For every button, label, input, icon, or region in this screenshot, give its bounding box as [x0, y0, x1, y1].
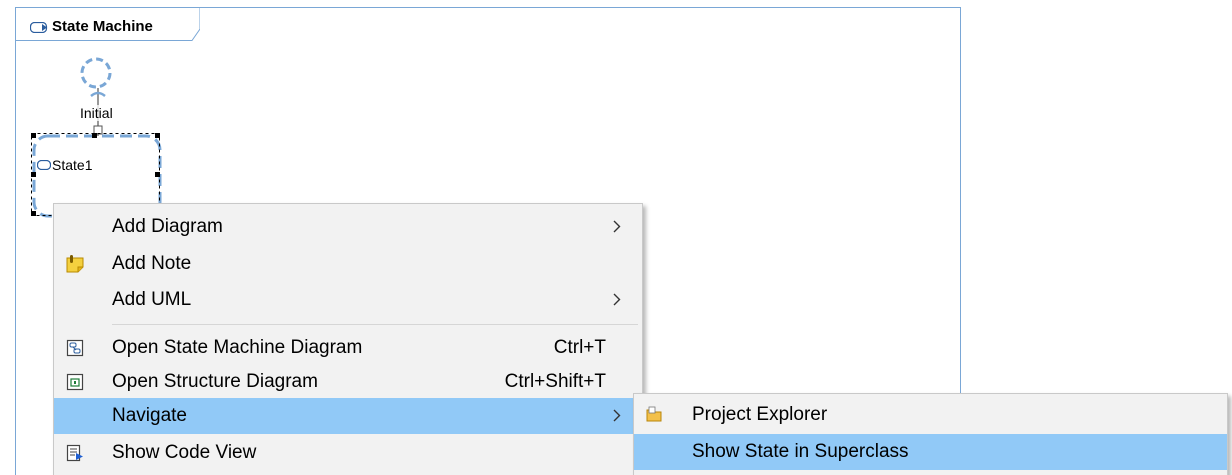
initial-label: Initial [80, 105, 113, 121]
menu-separator [112, 324, 638, 325]
menu-item-label: Show State in Superclass [692, 441, 909, 462]
navigate-submenu: Project Explorer Show State in Superclas… [633, 393, 1228, 475]
frame-header: State Machine [15, 7, 200, 41]
menu-item-shortcut: Ctrl+Shift+T [504, 371, 606, 392]
menu-item-navigate[interactable]: Navigate [54, 398, 642, 434]
menu-item-open-state-machine-diagram[interactable]: Open State Machine Diagram Ctrl+T [54, 330, 642, 366]
state-machine-diagram-icon [66, 339, 84, 357]
initial-node[interactable] [79, 56, 113, 90]
menu-item-label: Add Note [112, 253, 192, 274]
state-icon [37, 160, 51, 170]
menu-item-show-code-view[interactable]: Show Code View [54, 435, 642, 471]
frame-title: State Machine [52, 18, 153, 35]
submenu-item-project-explorer[interactable]: Project Explorer [634, 397, 1227, 433]
menu-item-label: Open State Machine Diagram [112, 337, 363, 358]
menu-item-add-uml[interactable]: Add UML [54, 282, 642, 318]
project-explorer-icon [646, 406, 662, 422]
menu-item-label: Show Code View [112, 442, 257, 463]
note-icon [66, 255, 84, 273]
menu-item-add-note[interactable]: Add Note [54, 246, 642, 282]
diagram-editor: State Machine Initial State1 Add Diagram [0, 0, 1232, 475]
state-machine-icon [30, 22, 48, 33]
state-label: State1 [52, 157, 93, 173]
structure-diagram-icon [66, 373, 84, 391]
menu-item-label: Add UML [112, 289, 192, 310]
chevron-right-icon [613, 293, 621, 306]
menu-item-label: Navigate [112, 405, 187, 426]
menu-item-open-structure-diagram[interactable]: Open Structure Diagram Ctrl+Shift+T [54, 364, 642, 400]
code-view-icon [66, 444, 83, 462]
context-menu: Add Diagram Add Note Add UML Open State … [53, 203, 643, 475]
menu-item-label: Open Structure Diagram [112, 371, 318, 392]
menu-item-add-diagram[interactable]: Add Diagram [54, 209, 642, 245]
menu-item-label: Project Explorer [692, 404, 828, 425]
menu-item-shortcut: Ctrl+T [553, 337, 606, 358]
submenu-item-show-state-in-superclass[interactable]: Show State in Superclass [634, 434, 1227, 470]
chevron-right-icon [613, 220, 621, 233]
chevron-right-icon [613, 409, 621, 422]
menu-item-label: Add Diagram [112, 216, 223, 237]
